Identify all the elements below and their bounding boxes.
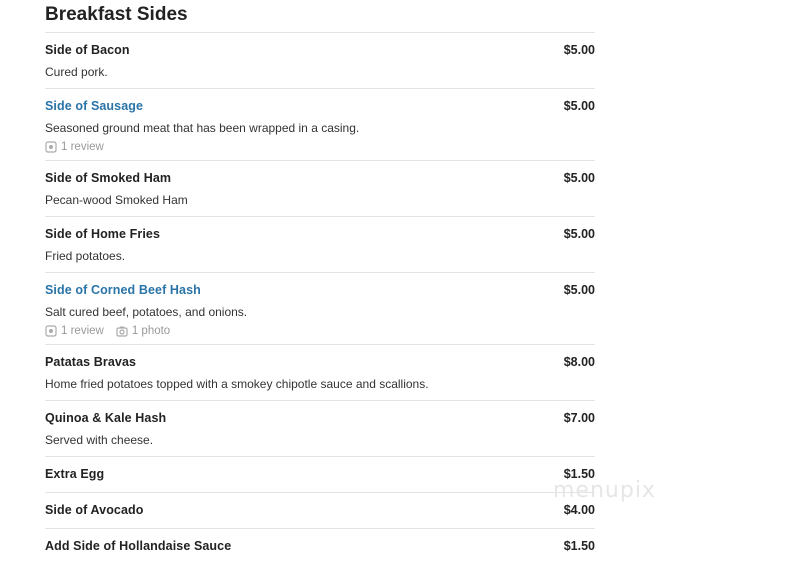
- item-price: $5.00: [563, 43, 595, 57]
- item-price: $1.50: [563, 539, 595, 553]
- item-description: Cured pork.: [45, 65, 108, 79]
- item-description: Salt cured beef, potatoes, and onions.: [45, 305, 248, 319]
- watermark-logo: menupix: [553, 478, 656, 503]
- menu-list: Side of Bacon $5.00 Cured pork. Side of …: [45, 32, 595, 564]
- item-price: $8.00: [563, 355, 595, 369]
- item-description: Home fried potatoes topped with a smokey…: [45, 377, 429, 391]
- menu-item: Side of Sausage $5.00 Seasoned ground me…: [45, 88, 595, 160]
- item-name-link[interactable]: Side of Corned Beef Hash: [45, 283, 201, 297]
- item-price: $4.00: [563, 503, 595, 517]
- item-meta: 1 review: [45, 141, 104, 153]
- item-price: $5.00: [563, 99, 595, 113]
- menu-item: Side of Bacon $5.00 Cured pork.: [45, 32, 595, 88]
- item-name: Quinoa & Kale Hash: [45, 411, 167, 425]
- camera-icon: [116, 326, 128, 337]
- review-count: 1 review: [61, 325, 104, 337]
- item-name-link[interactable]: Side of Sausage: [45, 99, 143, 113]
- menu-item: Side of Smoked Ham $5.00 Pecan-wood Smok…: [45, 160, 595, 216]
- review-icon: [45, 141, 57, 153]
- item-price: $5.00: [563, 227, 595, 241]
- item-price: $5.00: [563, 171, 595, 185]
- photo-count: 1 photo: [131, 325, 171, 337]
- item-name: Side of Avocado: [45, 503, 144, 517]
- menu-item: Side of Home Fries $5.00 Fried potatoes.: [45, 216, 595, 272]
- menu-item: Add Side of Hollandaise Sauce $1.50: [45, 528, 595, 564]
- item-description: Seasoned ground meat that has been wrapp…: [45, 121, 360, 135]
- item-name: Side of Home Fries: [45, 227, 161, 241]
- menu-item: Patatas Bravas $8.00 Home fried potatoes…: [45, 344, 595, 400]
- photo-link[interactable]: 1 photo: [116, 325, 170, 337]
- review-icon: [45, 325, 57, 337]
- item-price: $7.00: [563, 411, 595, 425]
- review-link[interactable]: 1 review: [45, 141, 104, 153]
- item-meta: 1 review 1 photo: [45, 325, 170, 337]
- item-description: Served with cheese.: [45, 433, 154, 447]
- item-name: Patatas Bravas: [45, 355, 137, 369]
- item-description: Pecan-wood Smoked Ham: [45, 193, 188, 207]
- review-link[interactable]: 1 review: [45, 325, 104, 337]
- item-name: Extra Egg: [45, 467, 105, 481]
- menu-item: Extra Egg $1.50: [45, 456, 595, 492]
- review-count: 1 review: [61, 141, 104, 153]
- item-name: Side of Smoked Ham: [45, 171, 172, 185]
- item-price: $5.00: [563, 283, 595, 297]
- item-description: Fried potatoes.: [45, 249, 126, 263]
- menu-item: Quinoa & Kale Hash $7.00 Served with che…: [45, 400, 595, 456]
- menu-item: Side of Corned Beef Hash $5.00 Salt cure…: [45, 272, 595, 344]
- menu-item: Side of Avocado $4.00: [45, 492, 595, 528]
- item-name: Add Side of Hollandaise Sauce: [45, 539, 232, 553]
- section-title: Breakfast Sides: [45, 4, 188, 25]
- item-name: Side of Bacon: [45, 43, 130, 57]
